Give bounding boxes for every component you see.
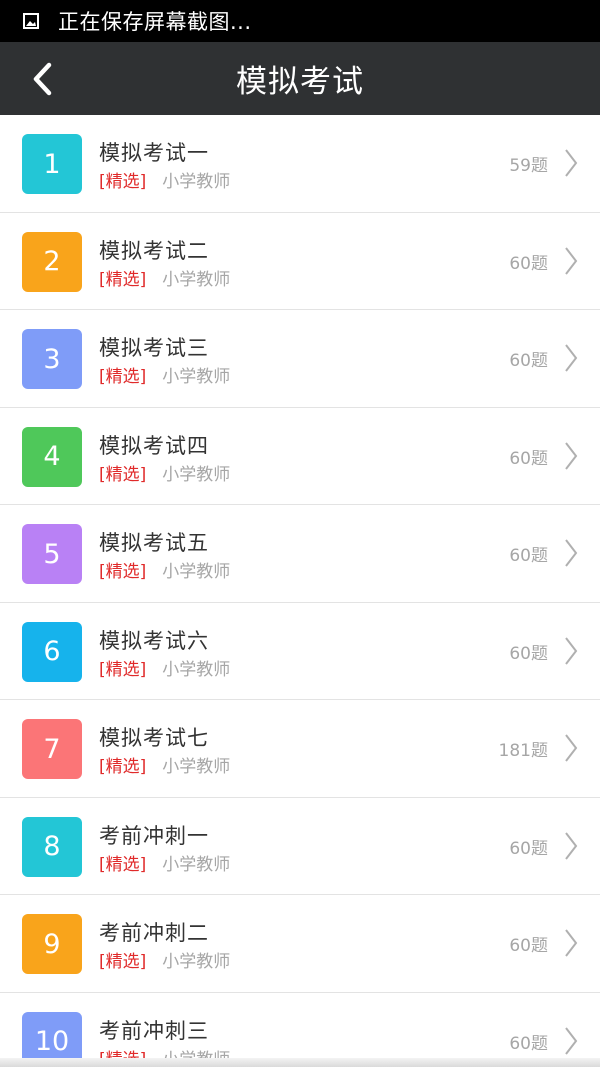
number-badge: 7 (22, 719, 82, 779)
exam-title: 模拟考试七 (99, 726, 209, 750)
question-count: 60题 (509, 1033, 548, 1054)
question-count: 181题 (498, 741, 548, 761)
exam-row-7[interactable]: 7 模拟考试七 [精选] 小学教师 181题 (0, 700, 600, 798)
chevron-left-icon (33, 62, 52, 95)
chevron-right-icon (565, 539, 578, 567)
exam-subtitle: [精选] 小学教师 (99, 947, 230, 972)
exam-title: 考前冲刺三 (99, 1018, 209, 1043)
exam-list: 1 模拟考试一 [精选] 小学教师 59题 2 模拟考试二 [精选] 小学教师 … (0, 115, 600, 1067)
chevron-right-icon (565, 929, 578, 957)
number-badge: 4 (22, 426, 82, 487)
featured-tag: [精选] (99, 757, 147, 777)
category-label: 小学教师 (162, 562, 231, 582)
chevron-right-icon (565, 734, 578, 762)
bottom-edge-shadow (0, 1058, 600, 1067)
chevron-right-icon (565, 636, 578, 665)
category-label: 小学教师 (162, 269, 231, 290)
category-label: 小学教师 (162, 659, 231, 680)
question-count: 59题 (509, 156, 548, 176)
page-title: 模拟考试 (236, 64, 364, 100)
exam-row-1[interactable]: 1 模拟考试一 [精选] 小学教师 59题 (0, 115, 600, 213)
question-count: 60题 (509, 253, 548, 274)
featured-tag: [精选] (99, 269, 147, 290)
question-count: 60题 (509, 351, 548, 371)
exam-subtitle: [精选] 小学教师 (99, 752, 230, 777)
exam-title: 模拟考试五 (99, 531, 209, 555)
featured-tag: [精选] (99, 367, 147, 387)
exam-title: 模拟考试一 (99, 141, 209, 165)
chevron-right-icon (565, 246, 578, 275)
chevron-right-icon (565, 149, 578, 177)
exam-title: 模拟考试四 (99, 433, 209, 458)
number-badge: 2 (22, 231, 82, 292)
exam-row-8[interactable]: 8 考前冲刺一 [精选] 小学教师 60题 (0, 798, 600, 895)
exam-title: 考前冲刺一 (99, 823, 209, 848)
exam-title: 模拟考试六 (99, 628, 209, 653)
exam-row-4[interactable]: 4 模拟考试四 [精选] 小学教师 60题 (0, 408, 600, 505)
exam-title: 考前冲刺二 (99, 921, 209, 945)
number-badge: 1 (22, 134, 82, 194)
exam-subtitle: [精选] 小学教师 (99, 265, 230, 290)
exam-row-2[interactable]: 2 模拟考试二 [精选] 小学教师 60题 (0, 213, 600, 310)
number-badge: 5 (22, 524, 82, 584)
exam-row-5[interactable]: 5 模拟考试五 [精选] 小学教师 60题 (0, 505, 600, 603)
exam-row-9[interactable]: 9 考前冲刺二 [精选] 小学教师 60题 (0, 895, 600, 993)
featured-tag: [精选] (99, 952, 147, 972)
question-count: 60题 (509, 643, 548, 664)
exam-subtitle: [精选] 小学教师 (99, 460, 230, 485)
exam-subtitle: [精选] 小学教师 (99, 557, 230, 582)
number-badge: 9 (22, 914, 82, 974)
exam-subtitle: [精选] 小学教师 (99, 655, 230, 680)
exam-title: 模拟考试二 (99, 238, 209, 263)
app-bar: 模拟考试 (0, 42, 600, 115)
featured-tag: [精选] (99, 659, 147, 680)
exam-row-6[interactable]: 6 模拟考试六 [精选] 小学教师 60题 (0, 603, 600, 700)
chevron-right-icon (565, 1026, 578, 1055)
featured-tag: [精选] (99, 854, 147, 875)
number-badge: 8 (22, 816, 82, 877)
chevron-right-icon (565, 831, 578, 860)
category-label: 小学教师 (162, 952, 231, 972)
chevron-right-icon (565, 441, 578, 470)
category-label: 小学教师 (162, 172, 231, 192)
featured-tag: [精选] (99, 464, 147, 485)
number-badge: 3 (22, 329, 82, 389)
exam-subtitle: [精选] 小学教师 (99, 167, 230, 192)
category-label: 小学教师 (162, 464, 231, 485)
question-count: 60题 (509, 936, 548, 956)
category-label: 小学教师 (162, 367, 231, 387)
image-icon (22, 12, 40, 30)
question-count: 60题 (509, 448, 548, 469)
exam-subtitle: [精选] 小学教师 (99, 362, 230, 387)
featured-tag: [精选] (99, 172, 147, 192)
question-count: 60题 (509, 546, 548, 566)
category-label: 小学教师 (162, 854, 231, 875)
question-count: 60题 (509, 838, 548, 859)
exam-row-3[interactable]: 3 模拟考试三 [精选] 小学教师 60题 (0, 310, 600, 408)
status-text: 正在保存屏幕截图... (58, 10, 252, 34)
status-bar: 正在保存屏幕截图... (0, 0, 600, 42)
chevron-right-icon (565, 344, 578, 372)
exam-subtitle: [精选] 小学教师 (99, 850, 230, 875)
back-button[interactable] (12, 42, 72, 115)
exam-row-10[interactable]: 10 考前冲刺三 [精选] 小学教师 60题 (0, 993, 600, 1067)
exam-title: 模拟考试三 (99, 336, 209, 360)
number-badge: 6 (22, 621, 82, 682)
category-label: 小学教师 (162, 757, 231, 777)
featured-tag: [精选] (99, 562, 147, 582)
